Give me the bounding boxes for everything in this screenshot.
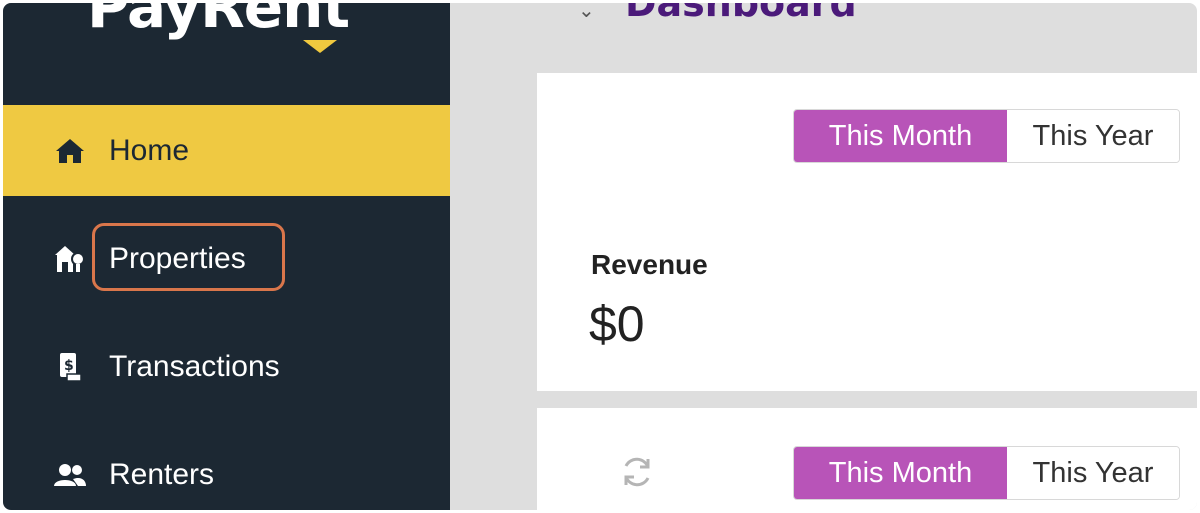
chevron-down-icon[interactable]: ⌄	[578, 3, 595, 22]
logo: PayRent	[87, 3, 350, 41]
sidebar-item-renters[interactable]: Renters	[3, 429, 450, 510]
properties-highlight	[92, 223, 285, 291]
main-content: ⌄ Dashboard This Month This Year Revenue…	[450, 3, 1197, 510]
svg-text:$: $	[64, 358, 74, 374]
period-toggle: This Month This Year	[793, 109, 1180, 163]
app-window: PayRent Home Properties $ Transactions R…	[3, 3, 1197, 510]
second-card: This Month This Year	[537, 408, 1197, 510]
period-toggle: This Month This Year	[793, 446, 1180, 500]
sidebar-item-home[interactable]: Home	[3, 105, 450, 196]
this-year-button[interactable]: This Year	[1007, 447, 1179, 499]
this-month-button[interactable]: This Month	[794, 110, 1007, 162]
properties-icon	[53, 242, 87, 276]
refresh-icon[interactable]	[617, 452, 657, 492]
this-month-button[interactable]: This Month	[794, 447, 1007, 499]
transactions-icon: $	[53, 350, 87, 384]
page-title: Dashboard	[625, 3, 857, 25]
sidebar-item-transactions[interactable]: $ Transactions	[3, 321, 450, 412]
sidebar-item-label: Home	[109, 133, 190, 167]
logo-caret-icon	[303, 40, 337, 53]
revenue-value: $0	[589, 296, 645, 352]
renters-icon	[53, 458, 87, 492]
this-year-button[interactable]: This Year	[1007, 110, 1179, 162]
sidebar-item-label: Renters	[109, 457, 215, 491]
home-icon	[53, 134, 87, 168]
revenue-card: This Month This Year Revenue $0	[537, 73, 1197, 391]
revenue-label: Revenue	[591, 249, 708, 280]
sidebar: PayRent Home Properties $ Transactions R…	[3, 3, 450, 510]
sidebar-item-label: Transactions	[109, 349, 280, 383]
